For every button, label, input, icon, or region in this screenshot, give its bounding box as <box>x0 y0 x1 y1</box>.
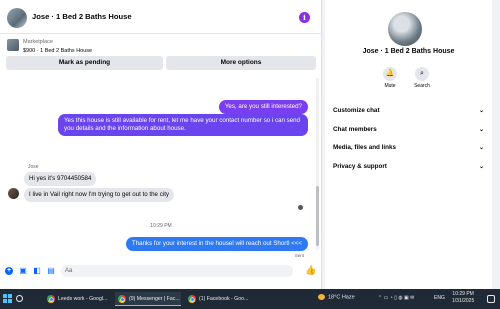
clock-time: 10:29 PM <box>452 291 474 297</box>
clock[interactable]: 10:29 PM 1/31/2025 <box>452 291 474 305</box>
weather-widget[interactable]: 18°C Haze <box>318 294 355 300</box>
message-list: Yes, are you still interested? Yes this … <box>0 78 322 258</box>
messenger-window: Jose · 1 Bed 2 Baths House i Marketplace… <box>0 0 500 309</box>
sender-avatar[interactable] <box>8 188 19 199</box>
language-indicator[interactable]: ENG <box>434 295 445 301</box>
system-tray[interactable]: ⌃ ▭ ◔ ▯ ◍ ▣ ✉ <box>378 295 414 301</box>
search-icon[interactable] <box>16 295 23 302</box>
outgoing-message[interactable]: Yes, are you still interested? <box>218 100 308 114</box>
details-title: Jose · 1 Bed 2 Baths House <box>362 48 455 55</box>
incoming-message[interactable]: Hi yes it's 9704450584 <box>24 172 97 186</box>
chat-header: Jose · 1 Bed 2 Baths House i <box>0 0 322 34</box>
chat-panel: Jose · 1 Bed 2 Baths House i Marketplace… <box>0 0 322 289</box>
sender-name: Jose <box>28 164 39 170</box>
taskbar-app-facebook[interactable]: (1) Facebook - Goo... <box>185 292 251 306</box>
section-label: Media, files and links <box>333 144 396 151</box>
weather-text: 18°C Haze <box>328 294 355 301</box>
listing-thumbnail[interactable] <box>7 39 19 51</box>
outgoing-message[interactable]: Thanks for your interest in the housel w… <box>125 237 308 251</box>
chevron-down-icon: ⌄ <box>478 164 484 170</box>
chat-title[interactable]: Jose · 1 Bed 2 Baths House <box>32 12 132 21</box>
section-label: Customize chat <box>333 107 380 114</box>
chevron-down-icon: ⌄ <box>478 145 484 151</box>
conversation-details-panel: Jose · 1 Bed 2 Baths House 🔔 Mute ⌕ Sear… <box>325 0 492 289</box>
gif-icon[interactable]: ▤ <box>47 267 55 275</box>
avatar[interactable] <box>388 12 422 46</box>
notification-icon[interactable] <box>487 295 495 303</box>
chrome-icon <box>188 295 196 303</box>
search-label: Search <box>414 83 430 89</box>
taskbar-app-label: Leeds work - Googl... <box>58 296 108 302</box>
section-customize-chat[interactable]: Customize chat ⌄ <box>333 106 484 116</box>
incoming-message[interactable]: I live in Vail right now I'm trying to g… <box>24 188 175 202</box>
chevron-down-icon: ⌄ <box>478 127 484 133</box>
clock-date: 1/31/2025 <box>452 298 475 304</box>
chevron-down-icon: ⌄ <box>478 108 484 114</box>
message-status: Sent <box>294 253 304 258</box>
plus-icon[interactable]: + <box>5 267 13 275</box>
avatar[interactable] <box>7 8 27 28</box>
marketplace-banner: Marketplace $900 · 1 Bed 2 Baths House M… <box>0 34 322 74</box>
section-label: Privacy & support <box>333 163 387 170</box>
chrome-icon <box>118 295 126 303</box>
search-icon: ⌕ <box>415 67 429 81</box>
more-options-button[interactable]: More options <box>166 56 316 70</box>
section-privacy-support[interactable]: Privacy & support ⌄ <box>333 162 484 172</box>
taskbar-app-label: (1) Facebook - Goo... <box>199 296 249 302</box>
section-media-files-links[interactable]: Media, files and links ⌄ <box>333 143 484 153</box>
taskbar-app-chrome[interactable]: Leeds work - Googl... <box>44 292 112 306</box>
taskbar-app-label: (9) Messenger | Fac... <box>129 296 180 302</box>
marketplace-label: Marketplace <box>23 39 53 45</box>
message-timestamp: 10:29 PM <box>150 223 172 229</box>
mute-button[interactable]: 🔔 Mute <box>375 67 405 89</box>
windows-taskbar: Leeds work - Googl... (9) Messenger | Fa… <box>0 289 500 309</box>
bell-icon: 🔔 <box>383 67 397 81</box>
message-input[interactable]: Aa <box>61 265 293 277</box>
seen-avatar <box>298 205 303 210</box>
section-chat-members[interactable]: Chat members ⌄ <box>333 125 484 135</box>
outgoing-message[interactable]: Yes this house is still available for re… <box>58 114 308 136</box>
haze-icon <box>318 294 325 300</box>
taskbar-app-messenger[interactable]: (9) Messenger | Fac... <box>115 292 181 306</box>
mute-label: Mute <box>384 83 396 89</box>
info-icon[interactable]: i <box>299 12 310 23</box>
sticker-icon[interactable]: ◧ <box>33 267 41 275</box>
search-button[interactable]: ⌕ Search <box>407 67 437 89</box>
listing-price-title[interactable]: $900 · 1 Bed 2 Baths House <box>23 48 92 54</box>
scrollbar-thumb[interactable] <box>316 186 319 246</box>
mark-as-pending-button[interactable]: Mark as pending <box>6 56 163 70</box>
chrome-icon <box>47 295 55 303</box>
composer: + ▣ ◧ ▤ Aa 👍 <box>0 262 322 282</box>
image-icon[interactable]: ▣ <box>19 267 27 275</box>
thumbs-up-icon[interactable]: 👍 <box>305 265 316 276</box>
section-label: Chat members <box>333 126 377 133</box>
windows-start-icon[interactable] <box>3 294 12 303</box>
